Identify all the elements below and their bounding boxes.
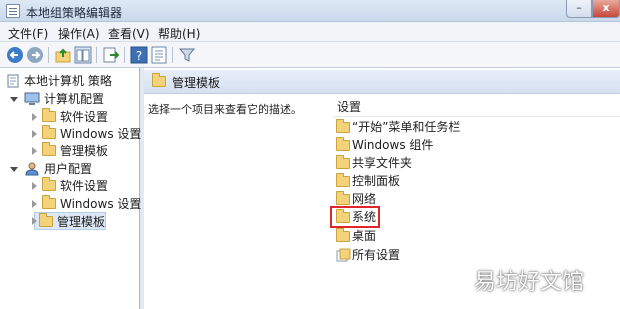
tree-item-user-config[interactable]: 用户配置 [4, 160, 138, 178]
tree-item-root[interactable]: 本地计算机 策略 [4, 72, 138, 90]
toolbar: ? [0, 42, 620, 68]
toolbar-separator [96, 47, 97, 63]
description-text: 选择一个项目来查看它的描述。 [148, 103, 302, 116]
all-settings-icon [336, 248, 351, 262]
toolbar-separator [172, 47, 173, 63]
show-hide-tree-icon[interactable] [74, 46, 92, 64]
expand-arrow-icon[interactable] [32, 182, 37, 190]
list-item-label: 桌面 [352, 229, 377, 243]
tree-label: 软件设置 [60, 179, 109, 193]
details-header-title: 管理模板 [172, 76, 221, 90]
expand-arrow-icon[interactable] [32, 147, 37, 155]
menu-help[interactable]: 帮助(H) [158, 25, 200, 42]
tree-item-user-admin-templates[interactable]: 管理模板 [34, 212, 106, 230]
filter-icon[interactable] [178, 46, 196, 64]
details-header: 管理模板 [144, 70, 620, 94]
tree-label: 用户配置 [44, 162, 93, 176]
tree-label: 本地计算机 策略 [24, 74, 112, 88]
folder-icon [42, 177, 56, 191]
list-item-label: 所有设置 [352, 248, 401, 262]
tree-item-computer-software[interactable]: 软件设置 [4, 108, 138, 126]
folder-icon [152, 73, 166, 87]
folder-icon [42, 195, 56, 209]
list-item-label: 控制面板 [352, 174, 401, 188]
folder-icon [336, 119, 350, 133]
expand-arrow-icon[interactable] [32, 200, 37, 208]
properties-icon[interactable] [150, 46, 168, 64]
folder-icon [336, 155, 350, 169]
tree-item-computer-windows[interactable]: Windows 设置 [4, 125, 142, 143]
title-bar: 本地组策略编辑器 – x [0, 0, 620, 22]
list-item-label: “开始”菜单和任务栏 [352, 120, 461, 134]
menu-file[interactable]: 文件(F) [8, 25, 48, 42]
expand-arrow-icon[interactable] [10, 167, 18, 172]
export-list-icon[interactable] [102, 46, 120, 64]
forward-arrow-icon[interactable] [26, 46, 44, 64]
svg-text:?: ? [136, 49, 142, 63]
menu-view[interactable]: 查看(V) [108, 25, 150, 42]
folder-icon [42, 108, 56, 122]
tree-item-computer-config[interactable]: 计算机配置 [4, 90, 138, 108]
tree-label: 计算机配置 [44, 92, 105, 106]
toolbar-separator [48, 47, 49, 63]
folder-icon [336, 191, 350, 205]
close-button[interactable]: x [592, 0, 620, 18]
tree-item-user-windows[interactable]: Windows 设置 [4, 195, 142, 213]
window-title: 本地组策略编辑器 [26, 6, 123, 20]
expand-arrow-icon[interactable] [10, 97, 18, 102]
tree-item-computer-admin-templates[interactable]: 管理模板 [4, 142, 138, 160]
list-item-label: 共享文件夹 [352, 156, 413, 170]
back-arrow-icon[interactable] [6, 46, 24, 64]
column-divider [333, 116, 620, 117]
menu-action[interactable]: 操作(A) [58, 25, 100, 42]
expand-arrow-icon[interactable] [32, 130, 37, 138]
folder-icon [336, 137, 350, 151]
column-header-setting[interactable]: 设置 [337, 98, 361, 115]
up-folder-icon[interactable] [54, 46, 72, 64]
gpedit-app-icon [6, 4, 20, 18]
tree-label: 管理模板 [60, 144, 109, 158]
toolbar-separator [124, 47, 125, 63]
expand-arrow-icon[interactable] [32, 217, 37, 225]
tree-label: Windows 设置 [60, 197, 142, 211]
folder-icon [336, 228, 350, 242]
folder-icon [42, 142, 56, 156]
folder-icon [42, 125, 56, 139]
tree-label: 管理模板 [57, 215, 106, 229]
help-icon[interactable]: ? [130, 46, 148, 64]
tree-item-user-software[interactable]: 软件设置 [4, 177, 138, 195]
expand-arrow-icon[interactable] [32, 113, 37, 121]
policy-document-icon [7, 74, 19, 88]
user-icon [25, 162, 39, 176]
tree-label: 软件设置 [60, 110, 109, 124]
folder-icon [336, 173, 350, 187]
minimize-button[interactable]: – [566, 0, 592, 18]
folder-icon [39, 213, 53, 227]
computer-icon [24, 92, 40, 105]
list-item-label: Windows 组件 [352, 138, 434, 152]
tree-label: Windows 设置 [60, 127, 142, 141]
highlight-annotation-box [330, 206, 380, 228]
watermark-text: 易坊好文馆 [474, 270, 585, 295]
menu-bar: 文件(F) 操作(A) 查看(V) 帮助(H) [0, 22, 620, 42]
